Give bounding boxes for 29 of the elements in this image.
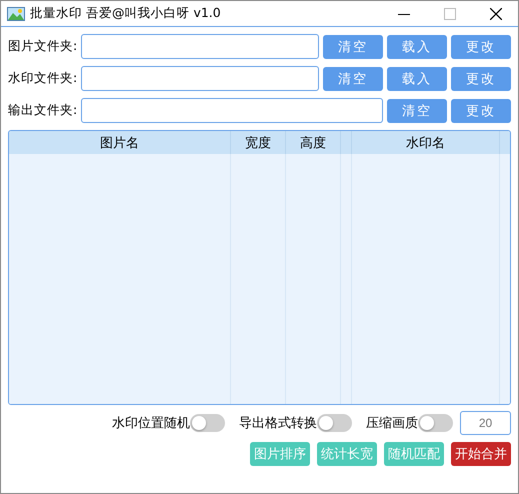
window-title: 批量水印 吾爱@叫我小白呀 v1.0 [30,5,221,22]
folder-field[interactable] [81,66,319,91]
start-button[interactable]: 开始合并 [451,442,511,466]
folder-button[interactable]: 载入 [387,66,447,90]
folder-button[interactable]: 更改 [451,98,511,122]
folder-field[interactable] [81,98,383,123]
folder-button[interactable]: 更改 [451,34,511,58]
action-button[interactable]: 统计长宽 [317,442,377,466]
action-button[interactable]: 图片排序 [250,442,310,466]
toggle-switch[interactable] [317,414,352,432]
option-label: 导出格式转换 [239,415,317,432]
field-label: 水印文件夹: [8,70,78,87]
folder-button[interactable]: 清空 [323,34,383,58]
quality-field[interactable]: 20 [460,411,511,435]
folder-field[interactable] [81,34,319,59]
option-label: 水印位置随机 [112,415,190,432]
maximize-icon[interactable] [444,8,456,20]
folder-button[interactable]: 清空 [387,98,447,122]
close-icon[interactable] [490,8,502,20]
option-label: 压缩画质 [366,415,418,432]
toggle-switch[interactable] [190,414,225,432]
folder-button[interactable]: 更改 [451,66,511,90]
field-label: 图片文件夹: [8,38,78,55]
toggle-switch[interactable] [418,414,453,432]
picture-icon [7,6,25,20]
folder-button[interactable]: 载入 [387,34,447,58]
folder-button[interactable]: 清空 [323,66,383,90]
action-button[interactable]: 随机匹配 [384,442,444,466]
field-label: 输出文件夹: [8,102,78,119]
